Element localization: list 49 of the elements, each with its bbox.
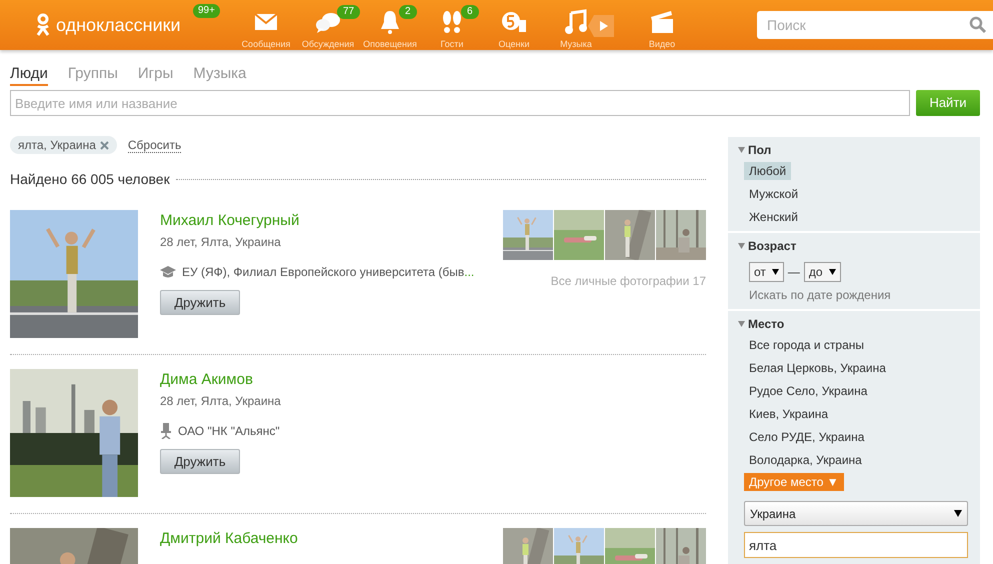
collapse-icon[interactable] bbox=[738, 147, 745, 153]
add-friend-button[interactable]: Дружить bbox=[160, 290, 240, 315]
tab[interactable]: Люди bbox=[10, 65, 48, 86]
search-field[interactable]: Поиск bbox=[757, 11, 993, 39]
age-from-select[interactable]: от bbox=[749, 262, 784, 282]
range-dash: — bbox=[788, 264, 800, 281]
results-count: Найдено 66 005 человек bbox=[10, 170, 170, 189]
dropdown-arrow-icon bbox=[954, 510, 962, 517]
dropdown-arrow-icon bbox=[772, 269, 779, 275]
city-field[interactable]: ялта bbox=[744, 532, 968, 558]
filter-option[interactable]: Мужской bbox=[744, 185, 804, 203]
count-badge: 99+ bbox=[193, 4, 220, 18]
section-title[interactable]: Возраст bbox=[748, 237, 796, 255]
count-badge: 2 bbox=[399, 5, 417, 19]
section-title[interactable]: Пол bbox=[748, 141, 772, 159]
filter-option[interactable]: Все города и страны bbox=[744, 336, 870, 354]
collapse-icon[interactable] bbox=[738, 243, 745, 249]
filter-option[interactable]: Село РУДЕ, Украина bbox=[744, 428, 870, 446]
count-badge: 6 bbox=[461, 5, 479, 19]
birthdate-link[interactable]: Искать по дате рождения bbox=[749, 286, 970, 304]
country-select[interactable]: Украина bbox=[744, 501, 968, 526]
dropdown-arrow-icon bbox=[828, 269, 836, 275]
chair-icon bbox=[160, 423, 172, 439]
add-friend-button[interactable]: Дружить bbox=[160, 449, 240, 474]
filter-option[interactable]: Любой bbox=[744, 162, 792, 180]
filter-option[interactable]: Киев, Украина bbox=[744, 405, 834, 423]
age-to-select[interactable]: до bbox=[804, 262, 841, 282]
collapse-icon[interactable] bbox=[738, 321, 745, 327]
filter-option[interactable]: Рудое Село, Украина bbox=[744, 382, 872, 400]
section-title[interactable]: Место bbox=[748, 315, 784, 333]
video-icon bbox=[648, 8, 676, 36]
name-search-field[interactable]: Введите имя или название bbox=[10, 90, 910, 116]
close-icon[interactable] bbox=[100, 140, 109, 150]
search-input[interactable]: Поиск bbox=[767, 14, 969, 36]
play-icon[interactable] bbox=[588, 15, 614, 37]
person-detail: ОАО "НК "Альянс" bbox=[178, 423, 280, 440]
filter-option[interactable]: Володарка, Украина bbox=[744, 451, 867, 469]
reset-link[interactable]: Сбросить bbox=[128, 138, 182, 152]
person-detail: ЕУ (ЯФ), Филиал Европейского университета (быв... bbox=[182, 264, 474, 281]
person-info: 28 лет, Ялта, Украина bbox=[160, 393, 282, 410]
count-badge: 77 bbox=[337, 5, 360, 19]
graduation-cap-icon bbox=[160, 266, 176, 278]
music-icon bbox=[562, 8, 590, 36]
filter-option[interactable]: Женский bbox=[744, 208, 803, 226]
person-info: 28 лет, Ялта, Украина bbox=[160, 234, 282, 251]
filter-option[interactable]: Белая Церковь, Украина bbox=[744, 359, 891, 377]
search-icon[interactable] bbox=[969, 16, 987, 34]
logo-icon bbox=[36, 13, 50, 37]
filter-chip[interactable]: ялта, Украина bbox=[10, 136, 117, 154]
